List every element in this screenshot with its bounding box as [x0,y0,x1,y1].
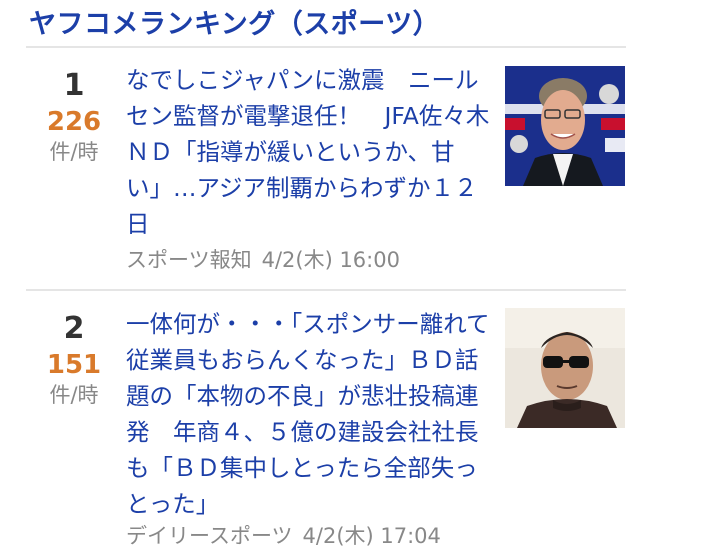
comment-count-unit: 件/時 [49,383,99,407]
man-in-suit-at-press-conference-image [505,66,625,186]
comment-count-unit: 件/時 [49,140,99,164]
divider [26,289,626,291]
article-meta-2: デイリースポーツ 4/2(木) 17:04 [126,520,441,546]
comment-count: 226 [46,107,102,137]
rank-block-2: 2 151 件/時 [34,311,114,409]
ranking-panel: ヤフコメランキング（スポーツ） 1 226 件/時 なでしこジャパンに激震 ニー… [0,0,726,546]
article-datetime: 4/2(木) 16:00 [261,248,400,272]
rank-block-1: 1 226 件/時 [34,68,114,166]
article-datetime: 4/2(木) 17:04 [302,524,441,546]
article-headline-2[interactable]: 一体何が・・・「スポンサー離れて従業員もおらんくなった」ＢＤ話題の「本物の不良」… [126,306,496,522]
article-thumbnail-2[interactable] [505,308,625,428]
article-meta-1: スポーツ報知 4/2(木) 16:00 [126,244,400,274]
article-headline-1[interactable]: なでしこジャパンに激震 ニールセン監督が電撃退任！ JFA佐々木ＮＤ「指導が緩い… [126,62,496,242]
divider [26,46,626,48]
comment-count: 151 [46,350,102,380]
article-source: デイリースポーツ [126,524,293,546]
section-title[interactable]: ヤフコメランキング（スポーツ） [29,2,440,41]
rank-number: 2 [63,311,85,346]
article-thumbnail-1[interactable] [505,66,625,186]
article-source: スポーツ報知 [126,248,252,272]
rank-number: 1 [63,68,85,103]
man-in-sunglasses-image [505,308,625,428]
